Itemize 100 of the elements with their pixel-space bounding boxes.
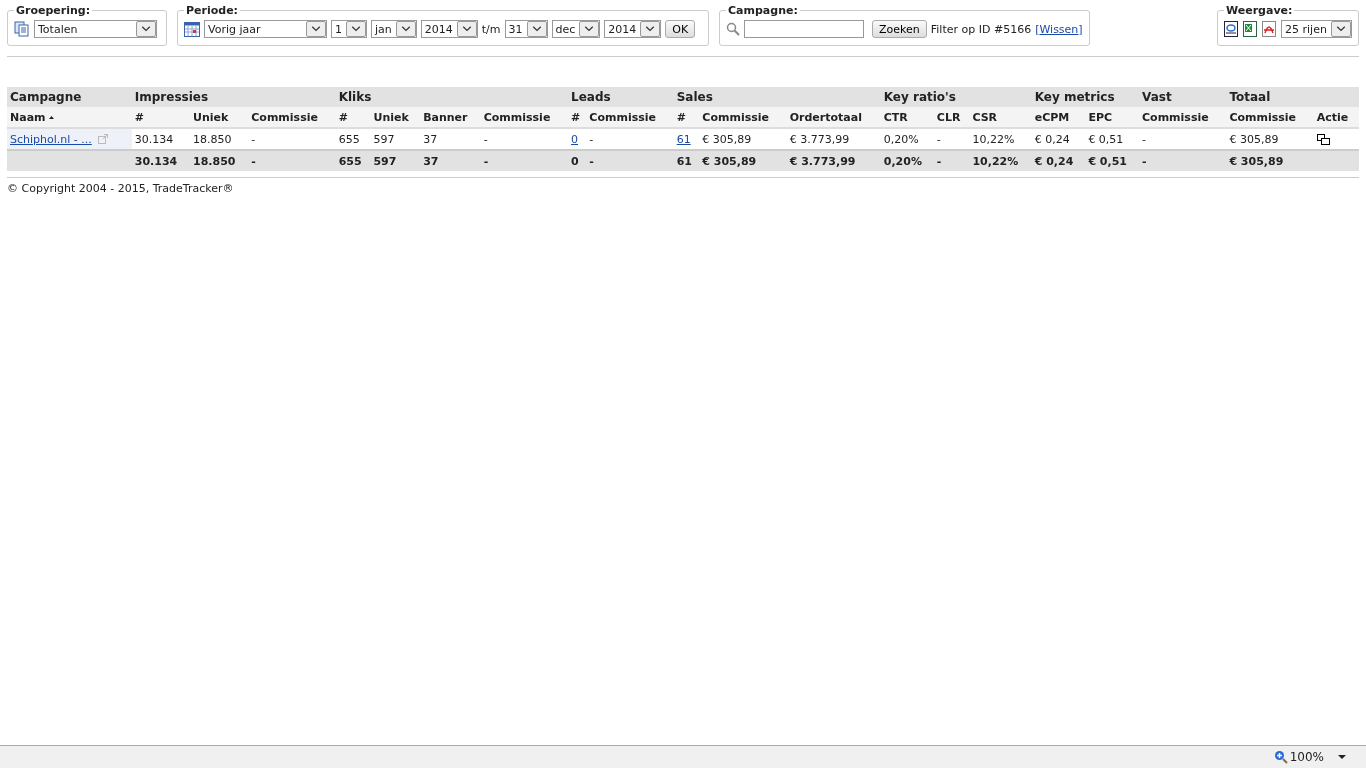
column-header: Commissie	[251, 110, 318, 124]
table-cell: -	[1139, 128, 1227, 150]
column-header: EPC	[1088, 110, 1113, 124]
count-link[interactable]: 61	[676, 132, 691, 146]
spreadsheet-export-icon[interactable]	[1243, 21, 1258, 37]
group-header: Key ratio's	[880, 87, 1032, 107]
period-select[interactable]: Vorig jaar	[204, 20, 327, 38]
table-cell: € 305,89	[1226, 128, 1314, 150]
column-header: Commissie	[702, 110, 769, 124]
group-header: Sales	[673, 87, 881, 107]
total-cell: -	[586, 150, 674, 171]
column-header: #	[676, 110, 686, 124]
month-select[interactable]: jan	[371, 20, 417, 38]
column-header: #	[571, 110, 581, 124]
grouping-label: Groepering:	[15, 4, 92, 17]
group-header: Leads	[568, 87, 674, 107]
table-cell: 10,22%	[969, 128, 1032, 150]
table-cell: 30.134	[131, 128, 191, 150]
total-cell: € 3.773,99	[786, 150, 881, 171]
document-icon	[14, 21, 30, 37]
day-select[interactable]: 1	[331, 20, 367, 38]
total-cell: 0	[568, 150, 587, 171]
total-cell: 655	[335, 150, 371, 171]
column-header: CLR	[936, 110, 961, 124]
filter-text: Filter op ID #5166	[930, 22, 1032, 36]
search-button[interactable]: Zoeken	[872, 20, 927, 38]
total-cell: 10,22%	[969, 150, 1032, 171]
ok-button[interactable]: OK	[665, 20, 696, 38]
period-label: Periode:	[185, 4, 239, 17]
grouping-select[interactable]: Totalen	[34, 20, 157, 38]
total-cell: 597	[370, 150, 421, 171]
total-cell: -	[1139, 150, 1227, 171]
table-cell: € 0,24	[1031, 128, 1086, 150]
dropdown-icon[interactable]	[1338, 755, 1346, 759]
until-label: t/m	[481, 22, 501, 36]
table-cell: -	[586, 128, 674, 150]
total-cell: € 305,89	[699, 150, 787, 171]
column-header: Commissie	[1229, 110, 1297, 124]
group-header: Totaal	[1226, 87, 1359, 107]
column-header: Commissie	[483, 110, 551, 124]
view-label: Weergave:	[1225, 4, 1294, 17]
total-cell: € 0,51	[1085, 150, 1140, 171]
table-cell: € 3.773,99	[786, 128, 881, 150]
table-cell: -	[933, 128, 970, 150]
column-header: CTR	[883, 110, 908, 124]
table-cell: 18.850	[190, 128, 249, 150]
group-header: Campagne	[7, 87, 132, 107]
total-cell: € 305,89	[1226, 150, 1314, 171]
column-header: Uniek	[193, 110, 229, 124]
copyright-text: © Copyright 2004 - 2015, TradeTracker®	[7, 182, 234, 195]
calendar-icon	[184, 21, 200, 37]
total-cell: € 0,24	[1031, 150, 1086, 171]
month-select[interactable]: dec	[551, 20, 601, 38]
column-header: Uniek	[373, 110, 409, 124]
bracket: [	[1035, 22, 1040, 36]
year-select[interactable]: 2014	[604, 20, 662, 38]
column-header: Actie	[1316, 110, 1349, 124]
sort-ascending-icon[interactable]	[48, 115, 54, 119]
table-cell: € 0,51	[1085, 128, 1140, 150]
column-header: Commissie	[1142, 110, 1209, 124]
count-link[interactable]: 0	[571, 132, 579, 146]
total-cell: -	[248, 150, 336, 171]
total-cell: 61	[673, 150, 700, 171]
table-cell: € 305,89	[699, 128, 787, 150]
clear-link[interactable]: Wissen	[1039, 22, 1079, 36]
group-header: Kliks	[335, 87, 569, 107]
bracket: ]	[1078, 22, 1083, 36]
zoom-level[interactable]: 100%	[1289, 750, 1324, 764]
campaign-search-field[interactable]	[744, 20, 864, 38]
column-header: eCPM	[1034, 110, 1070, 124]
column-header: #	[338, 110, 348, 124]
campaign-label: Campagne:	[727, 4, 799, 17]
column-header: #	[134, 110, 144, 124]
total-cell: 30.134	[131, 150, 191, 171]
web-export-icon[interactable]	[1224, 21, 1239, 37]
search-icon	[726, 22, 740, 36]
table-cell: 0,20%	[880, 128, 934, 150]
total-cell: 0,20%	[880, 150, 934, 171]
copy-icon[interactable]	[1316, 133, 1330, 145]
day-select[interactable]: 31	[504, 20, 548, 38]
table-cell: 597	[370, 128, 421, 150]
table-cell: 655	[335, 128, 371, 150]
column-header: Commissie	[589, 110, 656, 124]
total-cell: 37	[420, 150, 481, 171]
table-cell: -	[248, 128, 336, 150]
total-cell: 18.850	[190, 150, 249, 171]
column-header: CSR	[972, 110, 998, 124]
table-cell: -	[480, 128, 569, 150]
year-select[interactable]: 2014	[420, 20, 478, 38]
group-header: Vast	[1139, 87, 1227, 107]
zoom-icon[interactable]	[1273, 750, 1288, 764]
column-header[interactable]: Naam	[10, 110, 46, 124]
rows-select[interactable]: 25 rijen	[1281, 20, 1352, 38]
total-cell: -	[933, 150, 970, 171]
column-header: Banner	[423, 110, 468, 124]
pdf-export-icon[interactable]	[1262, 21, 1277, 37]
group-header: Key metrics	[1031, 87, 1140, 107]
total-cell: -	[480, 150, 569, 171]
table-cell: 37	[420, 128, 481, 150]
column-header: Ordertotaal	[789, 110, 862, 124]
